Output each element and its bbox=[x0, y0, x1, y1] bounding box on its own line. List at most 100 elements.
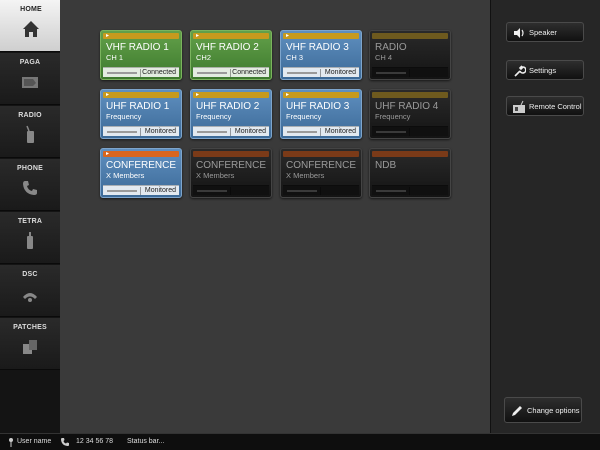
tile-header-strip: ▸ bbox=[193, 33, 269, 39]
tile-subtitle: Frequency bbox=[286, 112, 322, 121]
tile-status: Connected bbox=[232, 69, 266, 76]
channel-tile[interactable]: UHF RADIO 4 Frequency bbox=[369, 89, 451, 139]
tile-subtitle: Frequency bbox=[196, 112, 232, 121]
tile-status: Monitored bbox=[144, 128, 176, 135]
nav-paga[interactable]: PAGA bbox=[0, 53, 60, 105]
footer-divider bbox=[320, 187, 321, 195]
nav-dsc[interactable]: DSC bbox=[0, 265, 60, 317]
phone-icon bbox=[61, 438, 69, 446]
tile-header-strip bbox=[372, 151, 448, 157]
footer-divider bbox=[230, 187, 231, 195]
megaphone-icon bbox=[22, 77, 38, 88]
volume-slider[interactable] bbox=[376, 72, 406, 74]
channel-tile[interactable]: ▸ VHF RADIO 3 CH 3 Monitored bbox=[280, 30, 362, 80]
footer-divider bbox=[140, 69, 141, 77]
play-arrow-icon: ▸ bbox=[106, 92, 110, 98]
tile-status: Monitored bbox=[324, 69, 356, 76]
nav-phone[interactable]: PHONE bbox=[0, 159, 60, 211]
user-pin-icon bbox=[9, 438, 13, 447]
tile-status: Monitored bbox=[234, 128, 266, 135]
tile-header-strip: ▸ bbox=[103, 33, 179, 39]
dsc-icon bbox=[23, 293, 37, 302]
tile-title: CONFERENCE bbox=[196, 160, 267, 171]
nav-home[interactable]: HOME bbox=[0, 0, 62, 52]
footer-divider bbox=[320, 128, 321, 136]
tile-title: UHF RADIO 2 bbox=[196, 101, 260, 112]
volume-slider[interactable] bbox=[287, 131, 317, 133]
tile-footer: Connected bbox=[103, 67, 179, 77]
tile-header-strip bbox=[283, 151, 359, 157]
footer-divider bbox=[409, 187, 410, 195]
volume-slider[interactable] bbox=[197, 72, 227, 74]
tile-subtitle: CH 4 bbox=[375, 53, 393, 62]
tetra-handset-icon bbox=[27, 232, 33, 249]
remote-control-button[interactable]: Remote Control bbox=[506, 96, 584, 116]
nav-dsc-label: DSC bbox=[22, 271, 38, 278]
tile-title: CONFERENCE bbox=[286, 160, 357, 171]
tile-title: VHF RADIO 1 bbox=[106, 42, 169, 53]
settings-button[interactable]: Settings bbox=[506, 60, 584, 80]
tile-footer: Monitored bbox=[193, 126, 269, 136]
footer-divider bbox=[230, 128, 231, 136]
wrench-icon bbox=[514, 65, 526, 77]
play-arrow-icon: ▸ bbox=[286, 33, 290, 39]
tile-footer bbox=[193, 185, 269, 195]
tile-title: RADIO bbox=[375, 42, 407, 53]
remote-control-label: Remote Control bbox=[529, 102, 582, 111]
nav-phone-label: PHONE bbox=[17, 165, 43, 172]
pencil-icon bbox=[512, 406, 522, 416]
nav-radio[interactable]: RADIO bbox=[0, 106, 60, 158]
channel-tile[interactable]: ▸ CONFERENCE X Members Monitored bbox=[100, 148, 182, 198]
status-bar: User name 12 34 56 78 Status bar... bbox=[0, 433, 600, 450]
left-nav: HOME PAGA RADIO PHONE TETRA DSC PATCHES bbox=[0, 0, 62, 433]
tile-status: Monitored bbox=[144, 187, 176, 194]
speaker-button[interactable]: Speaker bbox=[506, 22, 584, 42]
tile-subtitle: X Members bbox=[106, 171, 145, 180]
tile-title: CONFERENCE bbox=[106, 160, 177, 171]
tile-status: Connected bbox=[142, 69, 176, 76]
footer-divider bbox=[320, 69, 321, 77]
volume-slider[interactable] bbox=[376, 131, 406, 133]
volume-slider[interactable] bbox=[376, 190, 406, 192]
tile-footer bbox=[372, 185, 448, 195]
change-options-label: Change options bbox=[527, 406, 580, 415]
volume-slider[interactable] bbox=[197, 190, 227, 192]
nav-patches[interactable]: PATCHES bbox=[0, 318, 60, 370]
status-phone-number: 12 34 56 78 bbox=[76, 438, 113, 445]
tile-header-strip: ▸ bbox=[103, 151, 179, 157]
nav-tetra[interactable]: TETRA bbox=[0, 212, 60, 264]
channel-tile[interactable]: ▸ VHF RADIO 2 CH2 Connected bbox=[190, 30, 272, 80]
footer-divider bbox=[230, 69, 231, 77]
volume-slider[interactable] bbox=[107, 190, 137, 192]
volume-slider[interactable] bbox=[107, 72, 137, 74]
status-user-name: User name bbox=[17, 438, 52, 445]
play-arrow-icon: ▸ bbox=[106, 151, 110, 157]
tile-header-strip bbox=[372, 33, 448, 39]
tile-header-strip: ▸ bbox=[283, 33, 359, 39]
tile-subtitle: CH2 bbox=[196, 53, 212, 62]
nav-patches-label: PATCHES bbox=[13, 324, 47, 331]
channel-tile[interactable]: NDB bbox=[369, 148, 451, 198]
channel-tile[interactable]: RADIO CH 4 bbox=[369, 30, 451, 80]
volume-slider[interactable] bbox=[287, 190, 317, 192]
channel-tile[interactable]: ▸ UHF RADIO 3 Frequency Monitored bbox=[280, 89, 362, 139]
settings-label: Settings bbox=[529, 66, 557, 75]
channel-tile[interactable]: ▸ VHF RADIO 1 CH 1 Connected bbox=[100, 30, 182, 80]
tile-header-strip: ▸ bbox=[193, 92, 269, 98]
change-options-button[interactable]: Change options bbox=[504, 397, 582, 423]
volume-slider[interactable] bbox=[197, 131, 227, 133]
tile-subtitle: Frequency bbox=[375, 112, 411, 121]
tile-title: UHF RADIO 3 bbox=[286, 101, 350, 112]
home-icon bbox=[23, 21, 39, 37]
channel-tile[interactable]: CONFERENCE X Members bbox=[280, 148, 362, 198]
tile-title: UHF RADIO 1 bbox=[106, 101, 170, 112]
tile-title: VHF RADIO 2 bbox=[196, 42, 259, 53]
channel-tile[interactable]: ▸ UHF RADIO 2 Frequency Monitored bbox=[190, 89, 272, 139]
nav-home-label: HOME bbox=[20, 6, 42, 13]
play-arrow-icon: ▸ bbox=[196, 33, 200, 39]
channel-tile[interactable]: CONFERENCE X Members bbox=[190, 148, 272, 198]
channel-tile[interactable]: ▸ UHF RADIO 1 Frequency Monitored bbox=[100, 89, 182, 139]
tile-subtitle: Frequency bbox=[106, 112, 142, 121]
volume-slider[interactable] bbox=[107, 131, 137, 133]
volume-slider[interactable] bbox=[287, 72, 317, 74]
